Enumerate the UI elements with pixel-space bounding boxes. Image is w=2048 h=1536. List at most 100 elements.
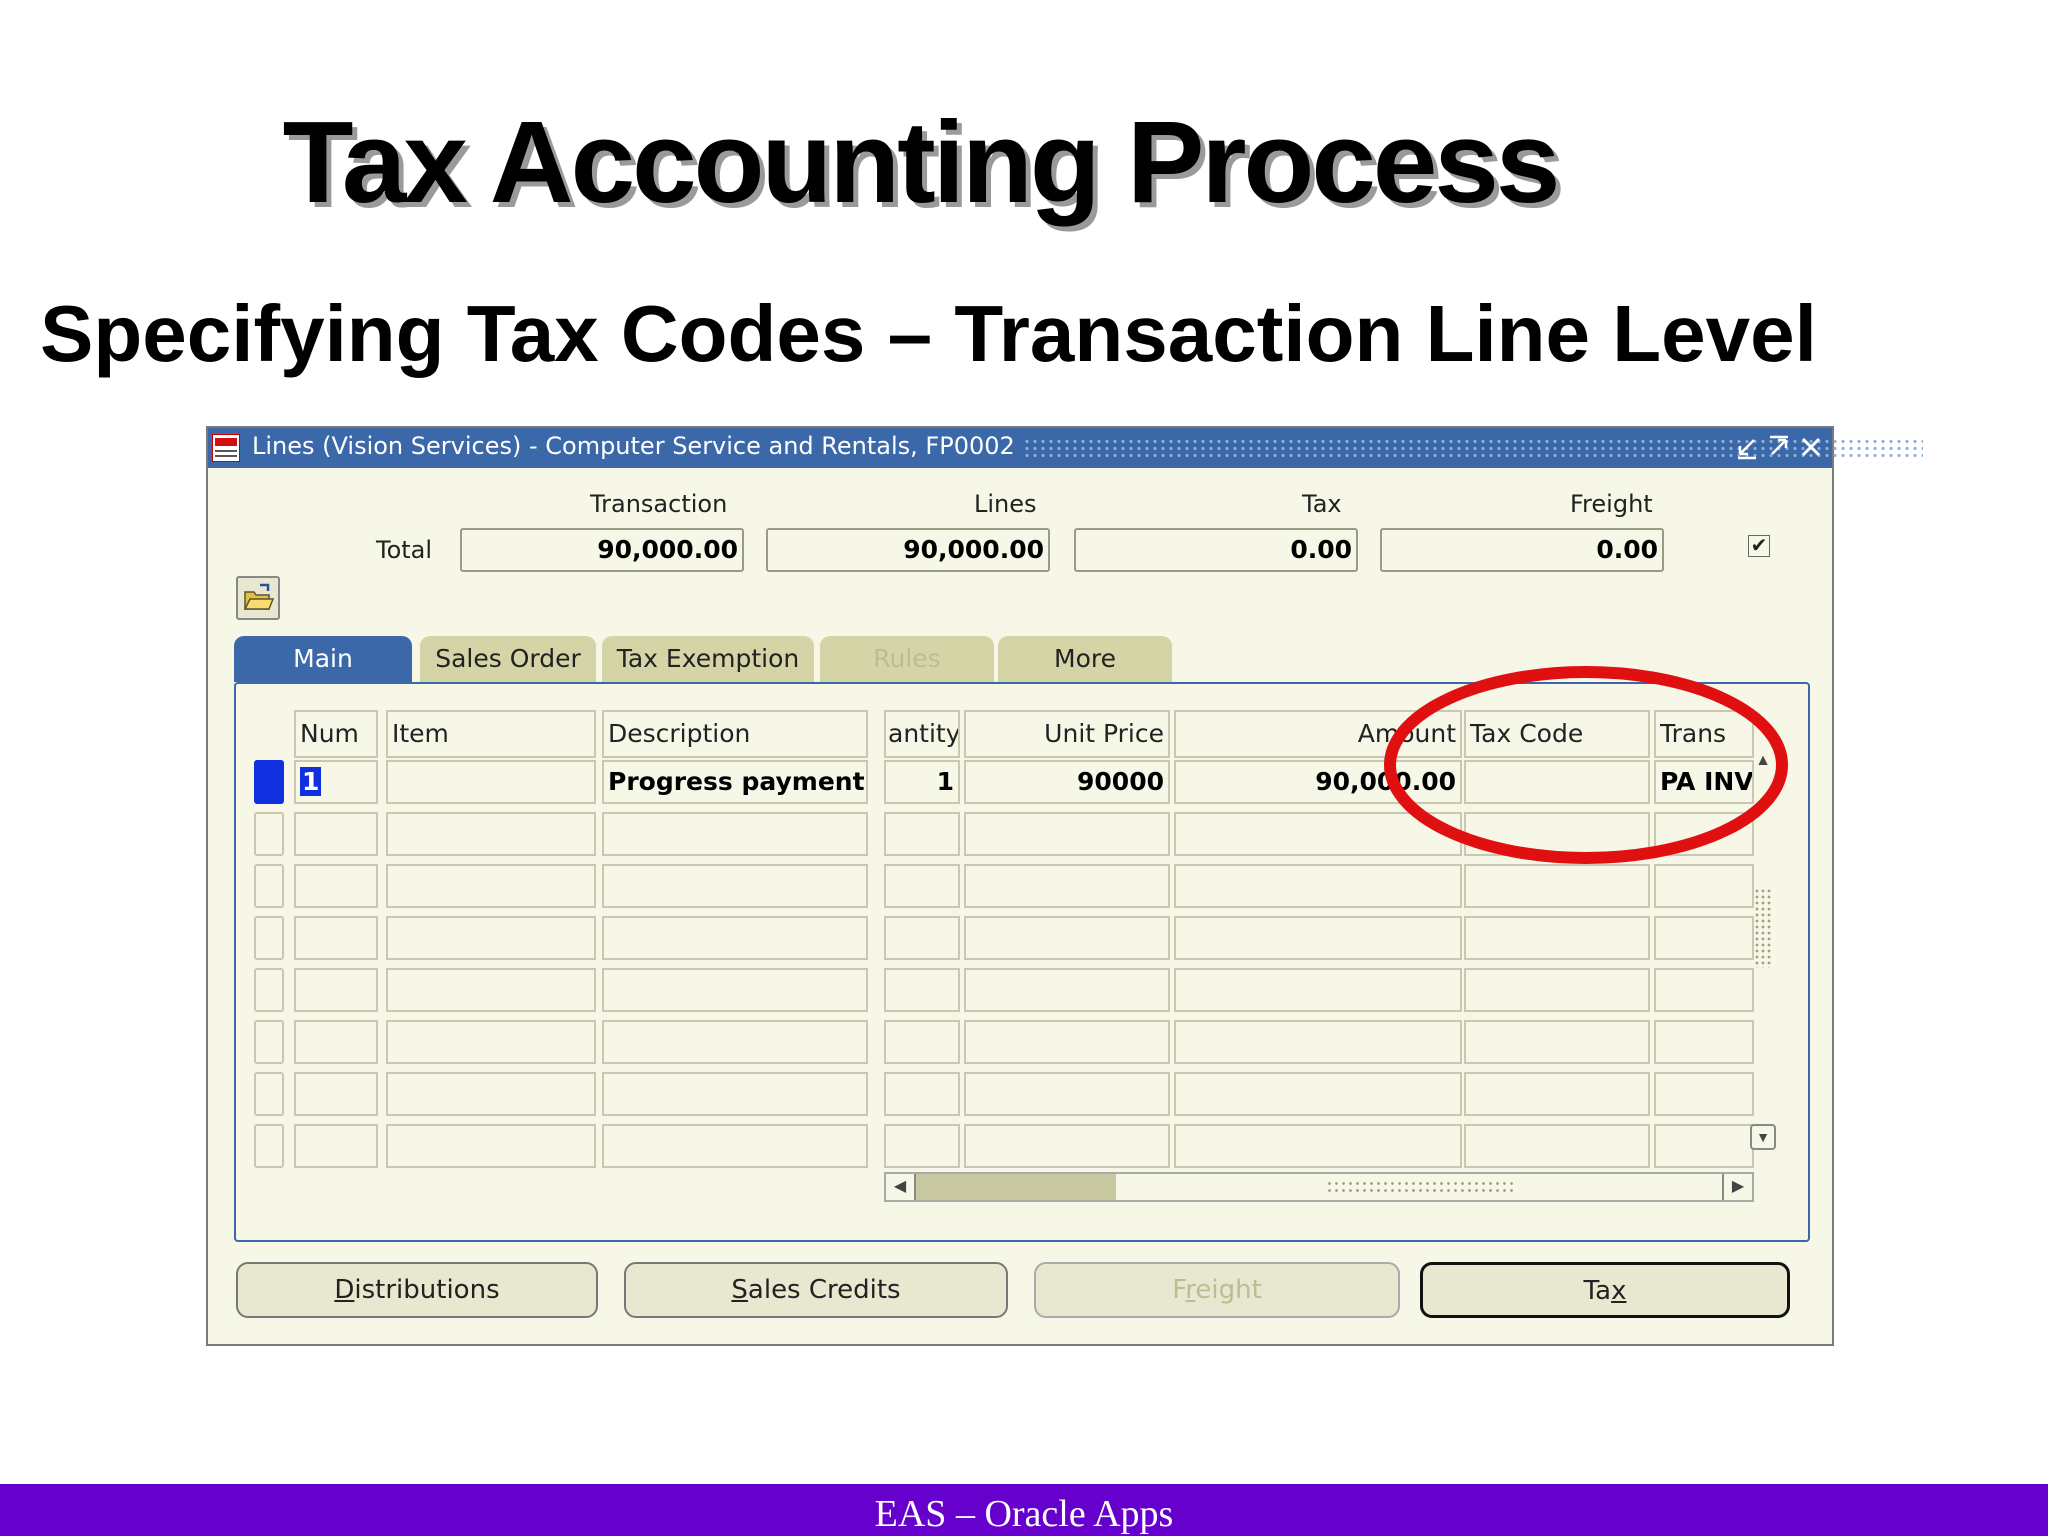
empty-cell-amount[interactable] bbox=[1174, 1072, 1462, 1116]
empty-cell-amount[interactable] bbox=[1174, 812, 1462, 856]
vertical-scrollbar[interactable]: ▲ ▼ bbox=[1750, 748, 1778, 1150]
empty-cell-trans[interactable] bbox=[1654, 968, 1754, 1012]
window-titlebar[interactable]: Lines (Vision Services) - Computer Servi… bbox=[208, 428, 1923, 468]
row-indicator[interactable] bbox=[254, 968, 284, 1012]
empty-cell-num[interactable] bbox=[294, 1124, 378, 1168]
row-indicator[interactable] bbox=[254, 1020, 284, 1064]
empty-cell-description[interactable] bbox=[602, 1020, 868, 1064]
empty-cell-unit-price[interactable] bbox=[964, 1020, 1170, 1064]
empty-cell-tax-code[interactable] bbox=[1464, 812, 1650, 856]
empty-cell-amount[interactable] bbox=[1174, 1124, 1462, 1168]
empty-cell-unit-price[interactable] bbox=[964, 1124, 1170, 1168]
empty-cell-amount[interactable] bbox=[1174, 968, 1462, 1012]
freight-button[interactable]: Freight bbox=[1034, 1262, 1400, 1318]
empty-cell-tax-code[interactable] bbox=[1464, 968, 1650, 1012]
tab-more[interactable]: More bbox=[998, 636, 1172, 682]
empty-cell-item[interactable] bbox=[386, 864, 596, 908]
empty-cell-description[interactable] bbox=[602, 864, 868, 908]
row-indicator[interactable] bbox=[254, 916, 284, 960]
empty-cell-unit-price[interactable] bbox=[964, 968, 1170, 1012]
empty-cell-trans[interactable] bbox=[1654, 1124, 1754, 1168]
distributions-button[interactable]: Distributions bbox=[236, 1262, 598, 1318]
lines-total-field[interactable]: 90,000.00 bbox=[766, 528, 1050, 572]
transaction-total-field[interactable]: 90,000.00 bbox=[460, 528, 744, 572]
empty-cell-tax-code[interactable] bbox=[1464, 1020, 1650, 1064]
scroll-down-icon[interactable]: ▼ bbox=[1750, 1124, 1776, 1150]
empty-cell-amount[interactable] bbox=[1174, 916, 1462, 960]
cell-amount[interactable]: 90,000.00 bbox=[1174, 760, 1462, 804]
scroll-right-icon[interactable]: ▶ bbox=[1722, 1174, 1752, 1200]
tax-total-field[interactable]: 0.00 bbox=[1074, 528, 1358, 572]
empty-cell-trans[interactable] bbox=[1654, 916, 1754, 960]
total-checkbox[interactable]: ✔ bbox=[1748, 535, 1770, 557]
empty-cell-quantity[interactable] bbox=[884, 864, 960, 908]
empty-cell-trans[interactable] bbox=[1654, 864, 1754, 908]
empty-cell-quantity[interactable] bbox=[884, 812, 960, 856]
tab-tax-exemption[interactable]: Tax Exemption bbox=[602, 636, 814, 682]
scrollbar-grip[interactable] bbox=[1754, 888, 1772, 968]
folder-button[interactable] bbox=[236, 576, 280, 620]
maximize-icon[interactable] bbox=[1764, 432, 1794, 462]
tax-button[interactable]: Tax bbox=[1420, 1262, 1790, 1318]
empty-cell-amount[interactable] bbox=[1174, 864, 1462, 908]
empty-cell-quantity[interactable] bbox=[884, 1020, 960, 1064]
empty-cell-item[interactable] bbox=[386, 812, 596, 856]
cell-quantity[interactable]: 1 bbox=[884, 760, 960, 804]
empty-cell-tax-code[interactable] bbox=[1464, 864, 1650, 908]
horizontal-scroll-thumb[interactable] bbox=[916, 1174, 1116, 1200]
empty-cell-quantity[interactable] bbox=[884, 916, 960, 960]
empty-cell-quantity[interactable] bbox=[884, 968, 960, 1012]
row-indicator[interactable] bbox=[254, 1072, 284, 1116]
empty-cell-num[interactable] bbox=[294, 864, 378, 908]
empty-cell-num[interactable] bbox=[294, 916, 378, 960]
empty-cell-description[interactable] bbox=[602, 916, 868, 960]
cell-item[interactable] bbox=[386, 760, 596, 804]
close-icon[interactable] bbox=[1796, 432, 1826, 462]
cell-description[interactable]: Progress payment bbox=[602, 760, 868, 804]
empty-cell-description[interactable] bbox=[602, 1072, 868, 1116]
empty-cell-num[interactable] bbox=[294, 1020, 378, 1064]
empty-cell-description[interactable] bbox=[602, 1124, 868, 1168]
empty-cell-amount[interactable] bbox=[1174, 1020, 1462, 1064]
empty-cell-description[interactable] bbox=[602, 968, 868, 1012]
cell-tax-code[interactable] bbox=[1464, 760, 1650, 804]
empty-cell-trans[interactable] bbox=[1654, 812, 1754, 856]
row-indicator[interactable] bbox=[254, 812, 284, 856]
empty-cell-tax-code[interactable] bbox=[1464, 1124, 1650, 1168]
freight-total-field[interactable]: 0.00 bbox=[1380, 528, 1664, 572]
empty-cell-item[interactable] bbox=[386, 916, 596, 960]
empty-cell-trans[interactable] bbox=[1654, 1020, 1754, 1064]
empty-cell-description[interactable] bbox=[602, 812, 868, 856]
row-indicator-current[interactable] bbox=[254, 760, 284, 804]
row-indicator[interactable] bbox=[254, 1124, 284, 1168]
minimize-icon[interactable] bbox=[1732, 432, 1762, 462]
horizontal-scroll-grip[interactable] bbox=[1326, 1180, 1516, 1194]
empty-cell-quantity[interactable] bbox=[884, 1124, 960, 1168]
empty-cell-num[interactable] bbox=[294, 968, 378, 1012]
row-indicator[interactable] bbox=[254, 864, 284, 908]
sales-credits-button[interactable]: Sales Credits bbox=[624, 1262, 1008, 1318]
cell-num[interactable]: 1 bbox=[294, 760, 378, 804]
tab-main[interactable]: Main bbox=[234, 636, 412, 682]
cell-trans[interactable]: PA INV bbox=[1654, 760, 1754, 804]
scroll-up-icon[interactable]: ▲ bbox=[1750, 748, 1776, 774]
empty-cell-tax-code[interactable] bbox=[1464, 1072, 1650, 1116]
empty-cell-item[interactable] bbox=[386, 1020, 596, 1064]
empty-cell-unit-price[interactable] bbox=[964, 864, 1170, 908]
tab-rules[interactable]: Rules bbox=[820, 636, 994, 682]
cell-unit-price[interactable]: 90000 bbox=[964, 760, 1170, 804]
empty-cell-unit-price[interactable] bbox=[964, 1072, 1170, 1116]
empty-cell-unit-price[interactable] bbox=[964, 916, 1170, 960]
horizontal-scrollbar[interactable]: ◀ ▶ bbox=[884, 1172, 1754, 1202]
scroll-left-icon[interactable]: ◀ bbox=[886, 1174, 916, 1200]
empty-cell-item[interactable] bbox=[386, 968, 596, 1012]
tab-sales-order[interactable]: Sales Order bbox=[420, 636, 596, 682]
empty-cell-quantity[interactable] bbox=[884, 1072, 960, 1116]
empty-cell-item[interactable] bbox=[386, 1124, 596, 1168]
empty-cell-num[interactable] bbox=[294, 1072, 378, 1116]
empty-cell-unit-price[interactable] bbox=[964, 812, 1170, 856]
empty-cell-trans[interactable] bbox=[1654, 1072, 1754, 1116]
empty-cell-tax-code[interactable] bbox=[1464, 916, 1650, 960]
empty-cell-num[interactable] bbox=[294, 812, 378, 856]
empty-cell-item[interactable] bbox=[386, 1072, 596, 1116]
